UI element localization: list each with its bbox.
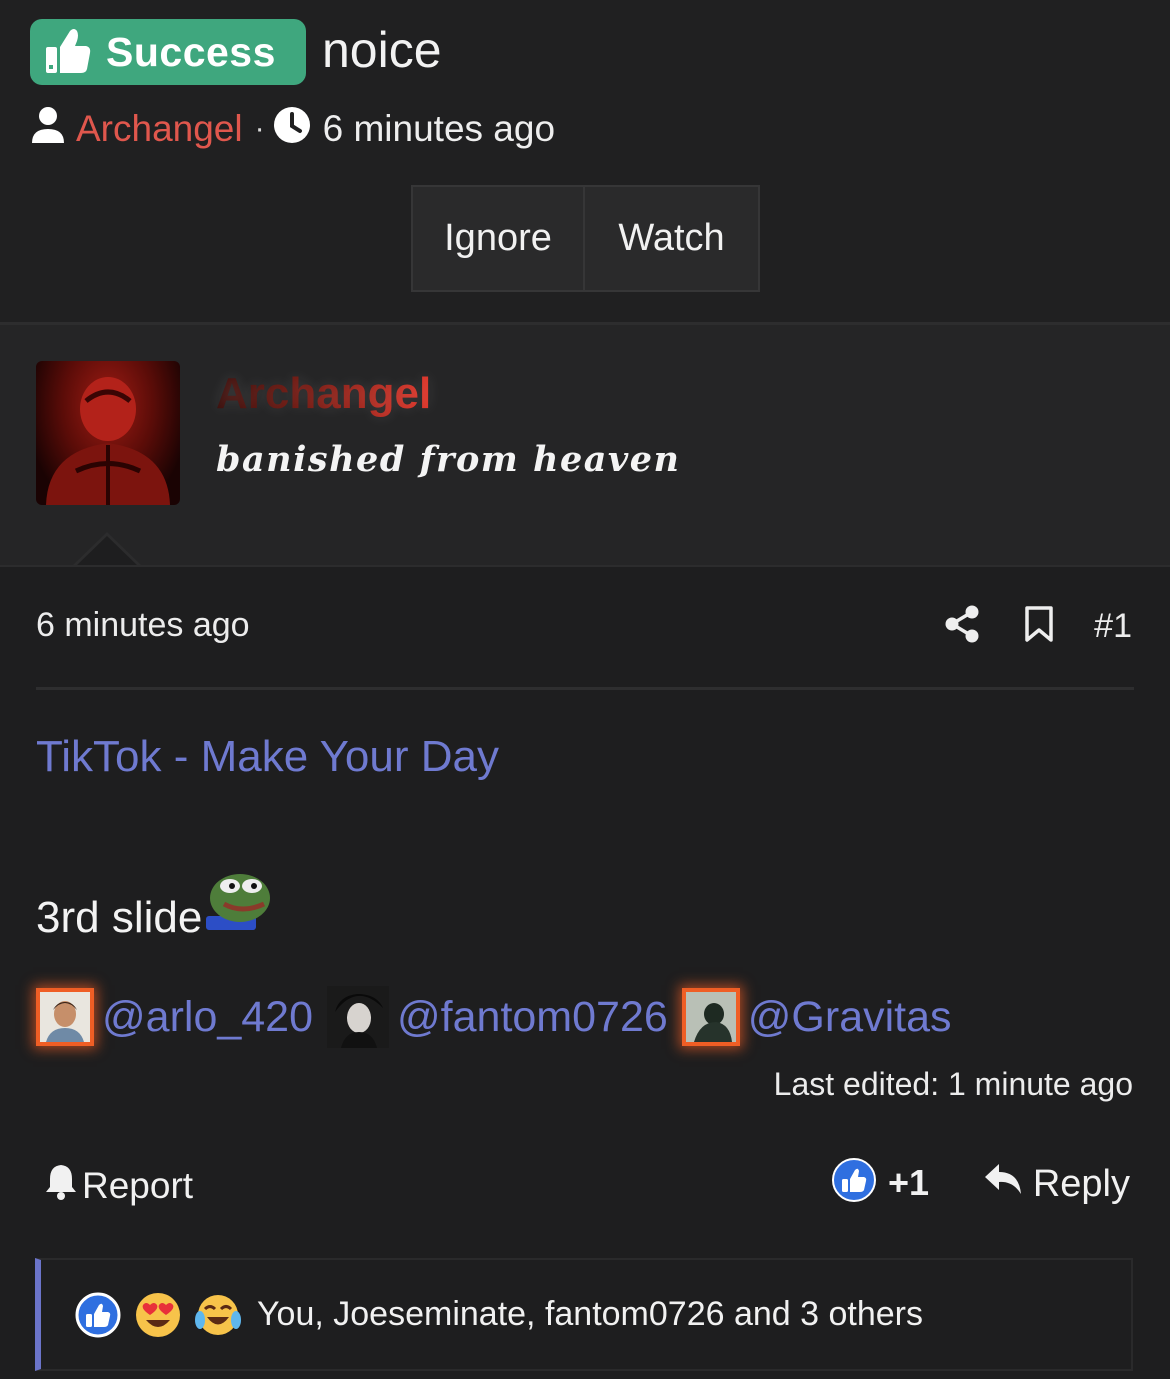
post-body: 3rd slide	[36, 864, 272, 943]
like-button-icon[interactable]	[832, 1158, 876, 1207]
mention-avatar[interactable]	[327, 986, 390, 1048]
thread-author-link[interactable]: Archangel	[76, 108, 243, 150]
divider	[36, 687, 1134, 690]
thread-title: noice	[322, 22, 442, 78]
report-label: Report	[82, 1164, 194, 1206]
mentions-row: @arlo_420 @fantom0726 @Gravitas	[36, 986, 966, 1048]
card-pointer-inner	[75, 536, 139, 567]
post-footer: Report +1 Reply	[0, 1150, 1170, 1222]
mention-avatar[interactable]	[681, 988, 740, 1046]
bookmark-icon[interactable]	[1024, 605, 1054, 648]
mention-link[interactable]: @Gravitas	[748, 993, 952, 1042]
mention-link[interactable]: @arlo_420	[102, 993, 313, 1042]
reactions-summary[interactable]: You, Joeseminate, fantom0726 and 3 other…	[257, 1295, 923, 1334]
thread-time: 6 minutes ago	[322, 108, 556, 149]
post-timestamp[interactable]: 6 minutes ago	[36, 606, 250, 645]
reply-icon	[983, 1162, 1023, 1206]
last-edited[interactable]: Last edited: 1 minute ago	[774, 1066, 1133, 1103]
frog-emoji-icon	[202, 864, 272, 943]
divider	[0, 565, 1170, 567]
profile-tagline: banished from heaven	[216, 439, 681, 480]
watch-button[interactable]: Watch	[585, 185, 760, 292]
post-actions: #1	[944, 604, 1132, 649]
heart-eyes-reaction-icon	[135, 1292, 181, 1338]
report-button[interactable]: Report	[44, 1162, 193, 1209]
clock-icon	[273, 106, 311, 153]
badge-label: Success	[106, 28, 276, 75]
ignore-button[interactable]: Ignore	[411, 185, 585, 292]
post-body-text: 3rd slide	[36, 893, 203, 942]
post-link-title[interactable]: TikTok - Make Your Day	[36, 732, 499, 782]
success-badge: Success	[30, 19, 306, 85]
author-avatar[interactable]	[36, 361, 180, 505]
reply-button[interactable]: Reply	[983, 1162, 1130, 1206]
vote-count[interactable]: +1	[888, 1162, 929, 1204]
bell-icon	[44, 1162, 78, 1209]
thumbs-up-reaction-icon	[75, 1292, 121, 1338]
mention-avatar[interactable]	[36, 988, 94, 1046]
share-icon[interactable]	[944, 604, 980, 649]
tears-of-joy-reaction-icon	[195, 1292, 241, 1338]
thread-header: Success noice Archangel · 6 minutes ago …	[0, 0, 1170, 322]
reactions-bar[interactable]: You, Joeseminate, fantom0726 and 3 other…	[35, 1258, 1133, 1371]
thumbs-up-icon	[44, 25, 92, 80]
profile-username[interactable]: Archangel	[216, 369, 431, 419]
mention-link[interactable]: @fantom0726	[397, 993, 668, 1042]
post-number[interactable]: #1	[1094, 607, 1132, 646]
reply-label: Reply	[1032, 1162, 1130, 1205]
thread-actions: Ignore Watch	[411, 185, 760, 292]
user-icon	[30, 105, 66, 154]
meta-separator: ·	[254, 112, 265, 145]
author-profile-card: Archangel banished from heaven	[0, 325, 1170, 565]
thread-meta: Archangel · 6 minutes ago	[30, 106, 555, 152]
vote-area: +1	[832, 1158, 929, 1207]
